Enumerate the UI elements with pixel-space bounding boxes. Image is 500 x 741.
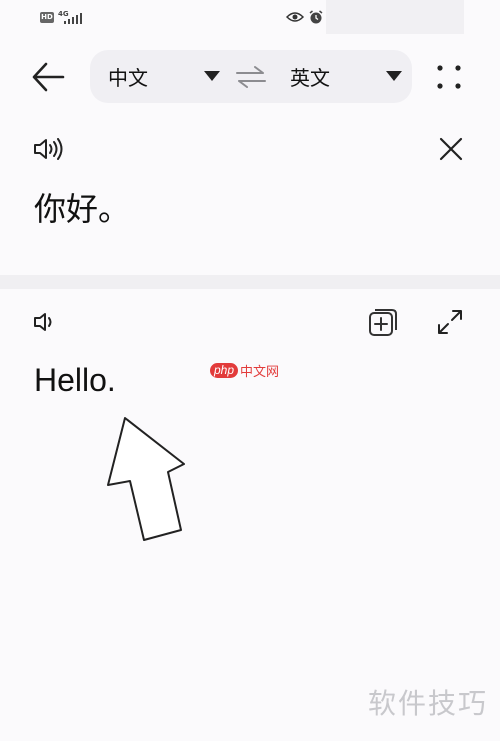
speaker-icon (34, 138, 63, 160)
php-site-text: 中文网 (240, 365, 280, 380)
source-language-label: 中文 (108, 66, 148, 90)
hd-badge: HD (40, 12, 54, 23)
chevron-down-icon (204, 71, 220, 81)
expand-icon (438, 310, 462, 334)
expand-button[interactable] (436, 308, 464, 336)
target-language-dropdown[interactable]: 英文 (290, 50, 402, 103)
language-selector-bar: 中文 英文 (90, 50, 412, 103)
arrow-left-icon (32, 62, 65, 92)
copy-icon (369, 309, 397, 336)
copy-result-button[interactable] (368, 308, 398, 338)
source-language-dropdown[interactable]: 中文 (108, 50, 220, 103)
swap-languages-button[interactable] (235, 64, 267, 90)
result-speaker-button[interactable] (33, 312, 57, 336)
status-bar: HD 4G (0, 0, 500, 36)
signal-icon (64, 13, 82, 24)
source-speaker-button[interactable] (33, 138, 67, 164)
swap-icon (236, 66, 266, 88)
source-text[interactable]: 你好。 (34, 184, 130, 230)
chevron-down-icon (386, 71, 402, 81)
more-dots-icon (437, 65, 461, 89)
back-button[interactable] (30, 60, 66, 94)
speaker-icon (34, 313, 52, 331)
clear-input-button[interactable] (439, 137, 463, 161)
close-icon (439, 137, 463, 161)
target-language-label: 英文 (290, 66, 330, 90)
section-divider (0, 275, 500, 289)
annotation-arrow-icon (107, 417, 185, 541)
alarm-icon (309, 10, 323, 24)
more-options-button[interactable] (436, 64, 462, 90)
watermark-text: 软件技巧 (367, 687, 488, 720)
eye-icon (286, 12, 304, 22)
php-logo: php (210, 363, 239, 378)
status-bar-redacted (326, 0, 464, 34)
php-watermark: php 中文网 (210, 361, 279, 380)
